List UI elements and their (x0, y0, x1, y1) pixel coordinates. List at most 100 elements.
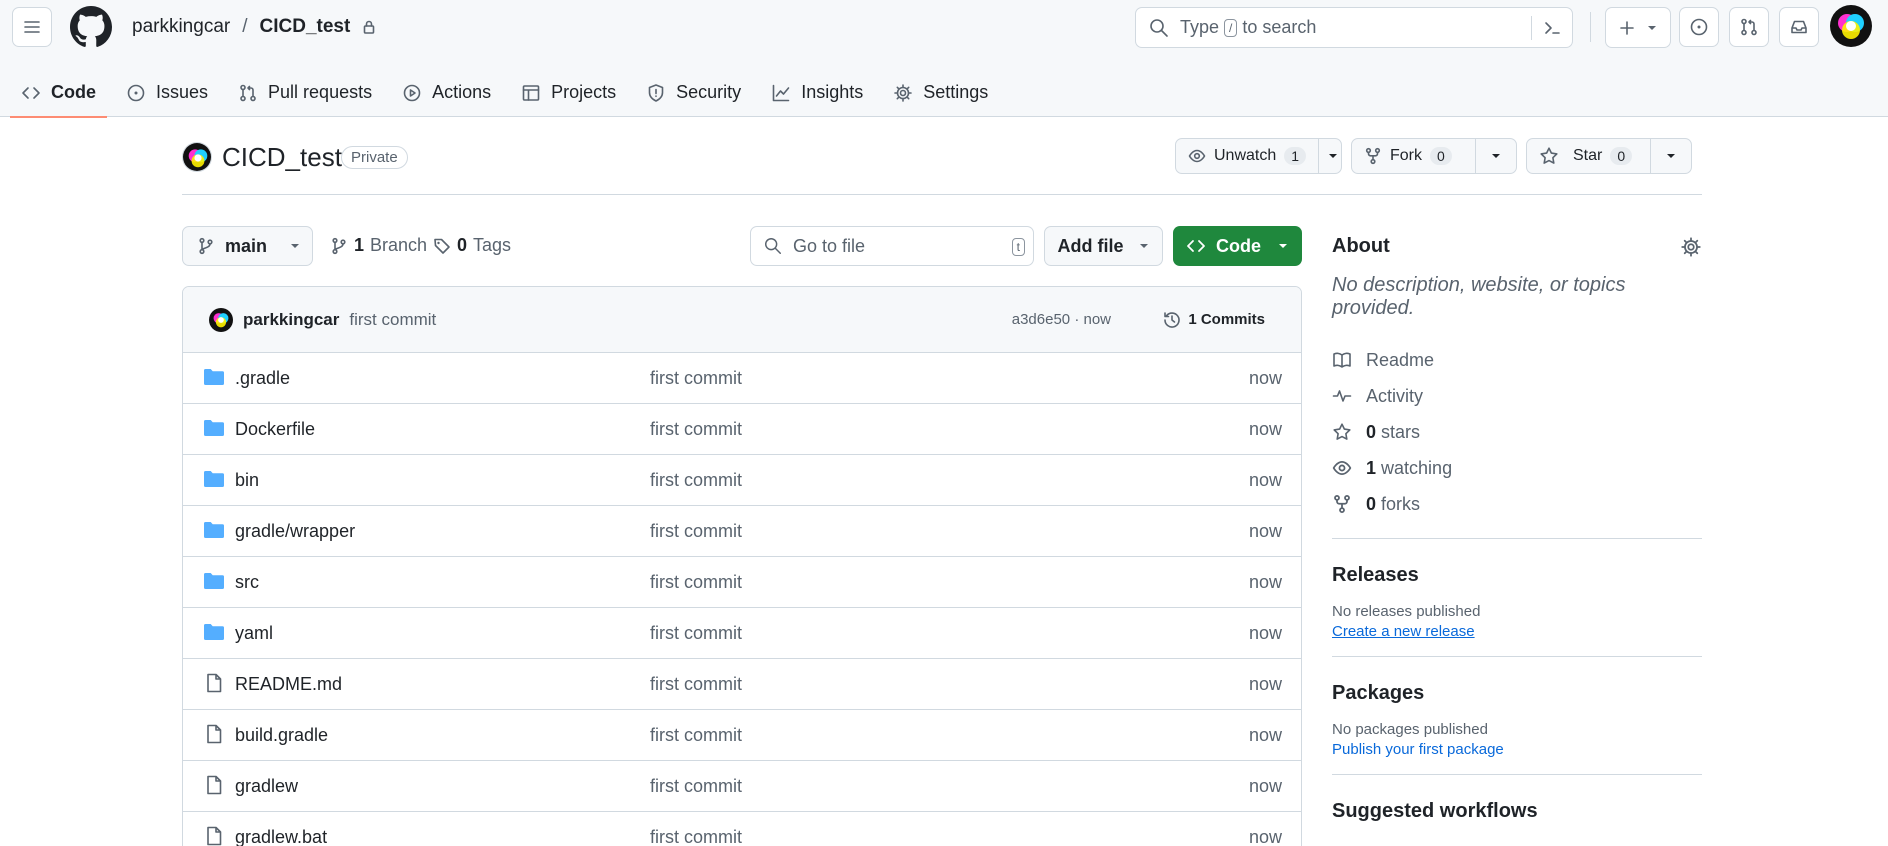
file-row[interactable]: bin first commit now (183, 455, 1301, 506)
fork-label: Fork (1390, 147, 1422, 164)
avatar-image-icon (209, 307, 233, 332)
readme-link[interactable]: Readme (1332, 342, 1702, 378)
commit-author-avatar[interactable] (209, 307, 233, 332)
file-commit-message[interactable]: first commit (650, 827, 742, 846)
file-commit-message[interactable]: first commit (650, 623, 742, 644)
code-icon (22, 86, 40, 99)
file-name[interactable]: gradlew.bat (235, 827, 327, 846)
search-input[interactable]: Type / to search (1135, 7, 1573, 48)
tab-projects[interactable]: Projects (510, 68, 627, 117)
tab-insights[interactable]: Insights (760, 68, 874, 117)
commit-sha[interactable]: a3d6e50 · now (1012, 311, 1111, 328)
tab-code[interactable]: Code (10, 68, 107, 118)
file-commit-message[interactable]: first commit (650, 725, 742, 746)
tab-settings[interactable]: Settings (882, 68, 999, 117)
command-palette-icon[interactable] (1542, 18, 1562, 38)
search-icon (765, 238, 781, 254)
create-release-link[interactable]: Create a new release (1332, 623, 1702, 640)
file-row[interactable]: gradlew first commit now (183, 761, 1301, 812)
commit-message[interactable]: first commit (349, 310, 436, 330)
tab-insights-label: Insights (801, 82, 864, 102)
repo-title-bar: CICD_test Private Unwatch 1 Fork 0 Star … (182, 138, 1702, 195)
git-pull-request-icon (1741, 18, 1757, 36)
file-name[interactable]: gradle/wrapper (235, 521, 355, 542)
file-row[interactable]: Dockerfile first commit now (183, 404, 1301, 455)
about-title: About (1332, 234, 1390, 257)
file-commit-message[interactable]: first commit (650, 674, 742, 695)
file-commit-message[interactable]: first commit (650, 572, 742, 593)
star-button[interactable]: Star 0 (1526, 138, 1692, 174)
tab-actions[interactable]: Actions (391, 68, 502, 117)
file-commit-message[interactable]: first commit (650, 419, 742, 440)
forks-link[interactable]: 0 forks (1332, 486, 1702, 522)
go-to-file-input[interactable]: Go to file t (750, 226, 1034, 266)
tags-link[interactable]: 0 Tags (433, 235, 511, 256)
tab-pull-requests[interactable]: Pull requests (227, 68, 383, 117)
stars-count: 0 (1366, 421, 1377, 442)
gear-icon[interactable] (1680, 236, 1702, 258)
releases-title[interactable]: Releases (1332, 564, 1702, 587)
publish-package-link[interactable]: Publish your first package (1332, 741, 1702, 758)
activity-label: Activity (1366, 385, 1424, 406)
issues-button[interactable] (1679, 7, 1719, 47)
file-row[interactable]: README.md first commit now (183, 659, 1301, 710)
file-commit-message[interactable]: first commit (650, 368, 742, 389)
create-new-button[interactable] (1605, 7, 1671, 48)
file-row[interactable]: gradlew.bat first commit now (183, 812, 1301, 846)
star-count: 0 (1610, 147, 1633, 165)
file-commit-message[interactable]: first commit (650, 776, 742, 797)
tab-issues[interactable]: Issues (115, 68, 219, 117)
packages-title[interactable]: Packages (1332, 682, 1702, 705)
github-logo-icon[interactable] (70, 6, 112, 48)
avatar-image-icon (183, 143, 211, 171)
file-date: now (1248, 520, 1282, 541)
activity-link[interactable]: Activity (1332, 378, 1702, 414)
menu-button[interactable] (12, 7, 52, 47)
file-name[interactable]: src (235, 572, 259, 593)
branches-link[interactable]: 1 Branch (330, 235, 427, 256)
commit-author[interactable]: parkkingcar (243, 310, 339, 330)
unwatch-button[interactable]: Unwatch 1 (1175, 138, 1342, 174)
stars-link[interactable]: 0 stars (1332, 414, 1702, 450)
file-name[interactable]: gradlew (235, 776, 298, 797)
folder-icon (204, 522, 224, 538)
file-name[interactable]: yaml (235, 623, 273, 644)
search-icon (1150, 18, 1168, 37)
star-dropdown[interactable] (1651, 139, 1691, 173)
tab-pull-requests-label: Pull requests (268, 82, 373, 102)
fork-button[interactable]: Fork 0 (1351, 138, 1517, 174)
repo-sidebar: About No description, website, or topics… (1332, 226, 1702, 823)
file-name[interactable]: .gradle (235, 368, 290, 389)
fork-dropdown[interactable] (1476, 139, 1516, 173)
breadcrumb-repo[interactable]: CICD_test (260, 16, 351, 38)
watching-link[interactable]: 1 watching (1332, 450, 1702, 486)
user-avatar[interactable] (1830, 5, 1872, 47)
file-commit-message[interactable]: first commit (650, 470, 742, 491)
file-name[interactable]: Dockerfile (235, 419, 315, 440)
file-row[interactable]: yaml first commit now (183, 608, 1301, 659)
branch-selector[interactable]: main (182, 226, 313, 266)
tab-security[interactable]: Security (635, 68, 752, 117)
file-row[interactable]: .gradle first commit now (183, 353, 1301, 404)
file-row[interactable]: gradle/wrapper first commit now (183, 506, 1301, 557)
file-row[interactable]: src first commit now (183, 557, 1301, 608)
code-download-button[interactable]: Code (1173, 226, 1302, 266)
file-commit-message[interactable]: first commit (650, 521, 742, 542)
breadcrumb: parkkingcar / CICD_test (132, 16, 376, 38)
caret-down-icon (1648, 25, 1656, 30)
file-name[interactable]: build.gradle (235, 725, 328, 746)
file-name[interactable]: README.md (235, 674, 342, 695)
file-name[interactable]: bin (235, 470, 259, 491)
add-file-button[interactable]: Add file (1044, 226, 1163, 266)
file-date: now (1248, 571, 1282, 592)
star-icon (1333, 423, 1351, 440)
commits-history-link[interactable]: 1 Commits (1162, 310, 1265, 330)
pull-requests-button[interactable] (1729, 7, 1769, 47)
file-row[interactable]: build.gradle first commit now (183, 710, 1301, 761)
repo-name[interactable]: CICD_test (222, 142, 342, 173)
inbox-button[interactable] (1779, 7, 1819, 47)
breadcrumb-owner[interactable]: parkkingcar (132, 16, 230, 38)
folder-icon (204, 471, 224, 487)
inbox-icon (1791, 20, 1807, 34)
about-description: No description, website, or topics provi… (1332, 274, 1626, 319)
